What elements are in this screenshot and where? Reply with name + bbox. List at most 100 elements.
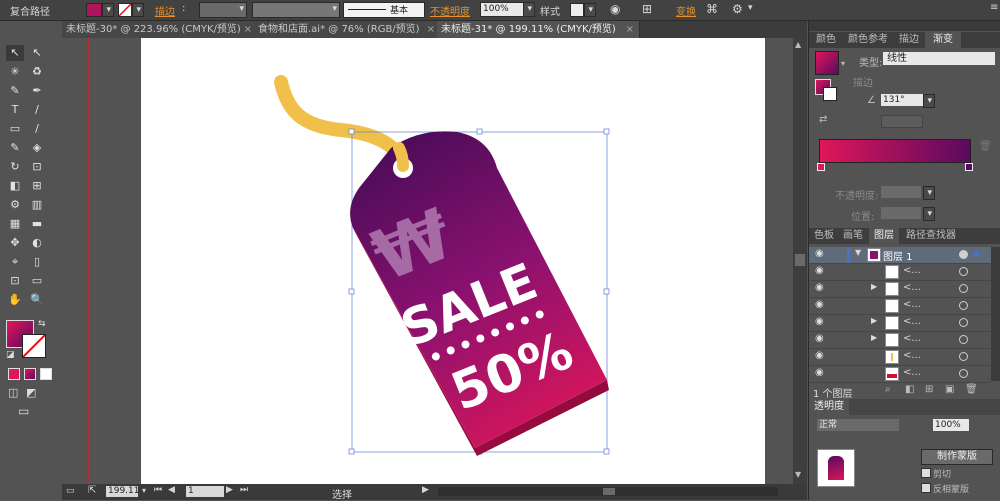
layer-row-top[interactable]: ◉ ▼ 图层 1: [809, 247, 991, 264]
clip-checkbox[interactable]: [921, 468, 931, 478]
tool-8-0-icon[interactable]: ⚙: [6, 197, 24, 213]
fill-swatch[interactable]: [86, 3, 102, 17]
tool-11-0-icon[interactable]: ⌖: [6, 254, 24, 270]
tab-color[interactable]: 颜色: [809, 32, 843, 48]
none-mode-icon[interactable]: [40, 368, 52, 380]
gradient-position-dropdown[interactable]: [923, 207, 935, 221]
locate-object-icon[interactable]: ⌕: [885, 384, 891, 395]
stroke-none-swatch[interactable]: [118, 3, 132, 17]
align-icon[interactable]: ⊞: [642, 2, 652, 16]
target-circle[interactable]: [959, 301, 968, 310]
layer-name[interactable]: 图层 1: [883, 248, 913, 263]
sublayer-name[interactable]: <...: [903, 282, 921, 293]
tab-swatches[interactable]: 色板: [809, 228, 839, 244]
tool-2-0-icon[interactable]: ✎: [6, 83, 24, 99]
tab-untitled-30[interactable]: 未标题-30* @ 223.96% (CMYK/预览) ×: [62, 21, 258, 38]
tab-untitled-31[interactable]: 未标题-31* @ 199.11% (CMYK/预览) ×: [437, 21, 640, 38]
sublayer-row[interactable]: ◉ ▶ <...: [809, 332, 991, 349]
stroke-dropdown[interactable]: [132, 3, 144, 17]
gradient-slider[interactable]: [819, 139, 971, 163]
tool-2-1-icon[interactable]: ✒: [28, 83, 46, 99]
tool-5-0-icon[interactable]: ✎: [6, 140, 24, 156]
make-clipping-mask-icon[interactable]: ◧: [905, 384, 914, 395]
tool-9-0-icon[interactable]: ▦: [6, 216, 24, 232]
sublayer-row[interactable]: ◉ <...: [809, 366, 991, 383]
delete-stop-icon[interactable]: 🗑: [979, 141, 992, 152]
close-icon[interactable]: ×: [427, 21, 435, 38]
tool-10-0-icon[interactable]: ✥: [6, 235, 24, 251]
sublayer-row[interactable]: ◉ <...: [809, 264, 991, 281]
horizontal-scrollbar[interactable]: [438, 487, 778, 496]
tool-8-1-icon[interactable]: ▥: [28, 197, 46, 213]
tool-10-1-icon[interactable]: ◐: [28, 235, 46, 251]
target-circle[interactable]: [959, 369, 968, 378]
sale-tag-artwork[interactable]: ₩ SALE 50%: [141, 38, 765, 484]
sublayer-name[interactable]: <...: [903, 350, 921, 361]
blend-mode-dropdown[interactable]: 正常: [817, 419, 899, 431]
h-scroll-thumb[interactable]: [603, 488, 615, 495]
prev-page-icon[interactable]: ◀: [168, 485, 175, 495]
make-mask-button[interactable]: 制作蒙版: [921, 449, 993, 465]
screen-mode-icon[interactable]: ▭: [18, 404, 29, 418]
gradient-position-field[interactable]: [881, 207, 921, 219]
tab-layers[interactable]: 图层: [869, 228, 899, 244]
tool-4-1-icon[interactable]: /: [28, 121, 46, 137]
tab-food-store[interactable]: 食物和店面.ai* @ 76% (RGB/预览) ×: [254, 21, 441, 38]
tool-3-1-icon[interactable]: /: [28, 102, 46, 118]
opacity-dropdown[interactable]: [523, 2, 535, 17]
visibility-eye-icon[interactable]: ◉: [815, 367, 824, 378]
gradient-opacity-dropdown[interactable]: [923, 186, 935, 200]
status-menu-icon[interactable]: ▶: [422, 485, 429, 495]
target-circle[interactable]: [959, 318, 968, 327]
new-layer-icon[interactable]: ▣: [945, 384, 954, 395]
last-page-icon[interactable]: ⏭: [240, 485, 248, 495]
reverse-gradient-icon[interactable]: ⇄: [819, 114, 827, 125]
visibility-eye-icon[interactable]: ◉: [815, 299, 824, 310]
tab-pathfinder[interactable]: 路径查找器: [901, 228, 961, 244]
sublayer-name[interactable]: <...: [903, 316, 921, 327]
close-icon[interactable]: ×: [626, 21, 634, 38]
gradient-stop-right[interactable]: [965, 163, 973, 171]
isolate-icon[interactable]: ⌘: [706, 2, 718, 16]
opacity-label[interactable]: 不透明度: [430, 3, 470, 18]
tool-11-1-icon[interactable]: ▯: [28, 254, 46, 270]
graphic-style-swatch[interactable]: [570, 3, 584, 17]
variable-width-dropdown[interactable]: [252, 2, 340, 18]
options-dropdown-icon[interactable]: ▾: [748, 3, 753, 13]
tool-12-1-icon[interactable]: ▭: [28, 273, 46, 289]
tool-6-0-icon[interactable]: ↻: [6, 159, 24, 175]
brush-definition-dropdown[interactable]: 基本: [343, 2, 425, 18]
tool-7-1-icon[interactable]: ⊞: [28, 178, 46, 194]
tool-9-1-icon[interactable]: ▬: [28, 216, 46, 232]
sublayer-name[interactable]: <...: [903, 367, 921, 378]
tool-5-1-icon[interactable]: ◈: [28, 140, 46, 156]
invert-mask-checkbox[interactable]: [921, 483, 931, 493]
zoom-dropdown-icon[interactable]: ▾: [142, 486, 146, 495]
swap-colors-icon[interactable]: ⇆: [38, 319, 46, 329]
gradient-type-dropdown[interactable]: 线性: [883, 52, 995, 65]
transparency-opacity-field[interactable]: 100%: [933, 419, 969, 431]
tool-13-0-icon[interactable]: ✋: [6, 292, 24, 308]
options-icon[interactable]: ⚙: [732, 2, 743, 16]
tab-stroke[interactable]: 描边: [893, 32, 925, 48]
tool-7-0-icon[interactable]: ◧: [6, 178, 24, 194]
expand-icon[interactable]: ▶: [871, 333, 877, 342]
target-circle[interactable]: [959, 250, 968, 259]
scroll-up-icon[interactable]: ▲: [795, 40, 801, 49]
stroke-color-box[interactable]: [22, 334, 46, 358]
visibility-eye-icon[interactable]: ◉: [815, 333, 824, 344]
angle-field[interactable]: 131°: [881, 94, 923, 106]
stroke-swatch-small[interactable]: [823, 87, 837, 101]
visibility-eye-icon[interactable]: ◉: [815, 350, 824, 361]
tool-4-0-icon[interactable]: ▭: [6, 121, 24, 137]
tool-1-1-icon[interactable]: ♻: [28, 64, 46, 80]
tab-color-guide[interactable]: 颜色参考: [843, 32, 893, 48]
tab-gradient[interactable]: 渐变: [925, 32, 961, 48]
sublayer-row[interactable]: ◉ <...: [809, 349, 991, 366]
target-circle[interactable]: [959, 352, 968, 361]
expand-icon[interactable]: ▶: [871, 282, 877, 291]
fill-dropdown[interactable]: [102, 3, 114, 17]
draw-inside-icon[interactable]: ◩: [26, 386, 36, 399]
tool-6-1-icon[interactable]: ⊡: [28, 159, 46, 175]
color-mode-icon[interactable]: [8, 368, 20, 380]
